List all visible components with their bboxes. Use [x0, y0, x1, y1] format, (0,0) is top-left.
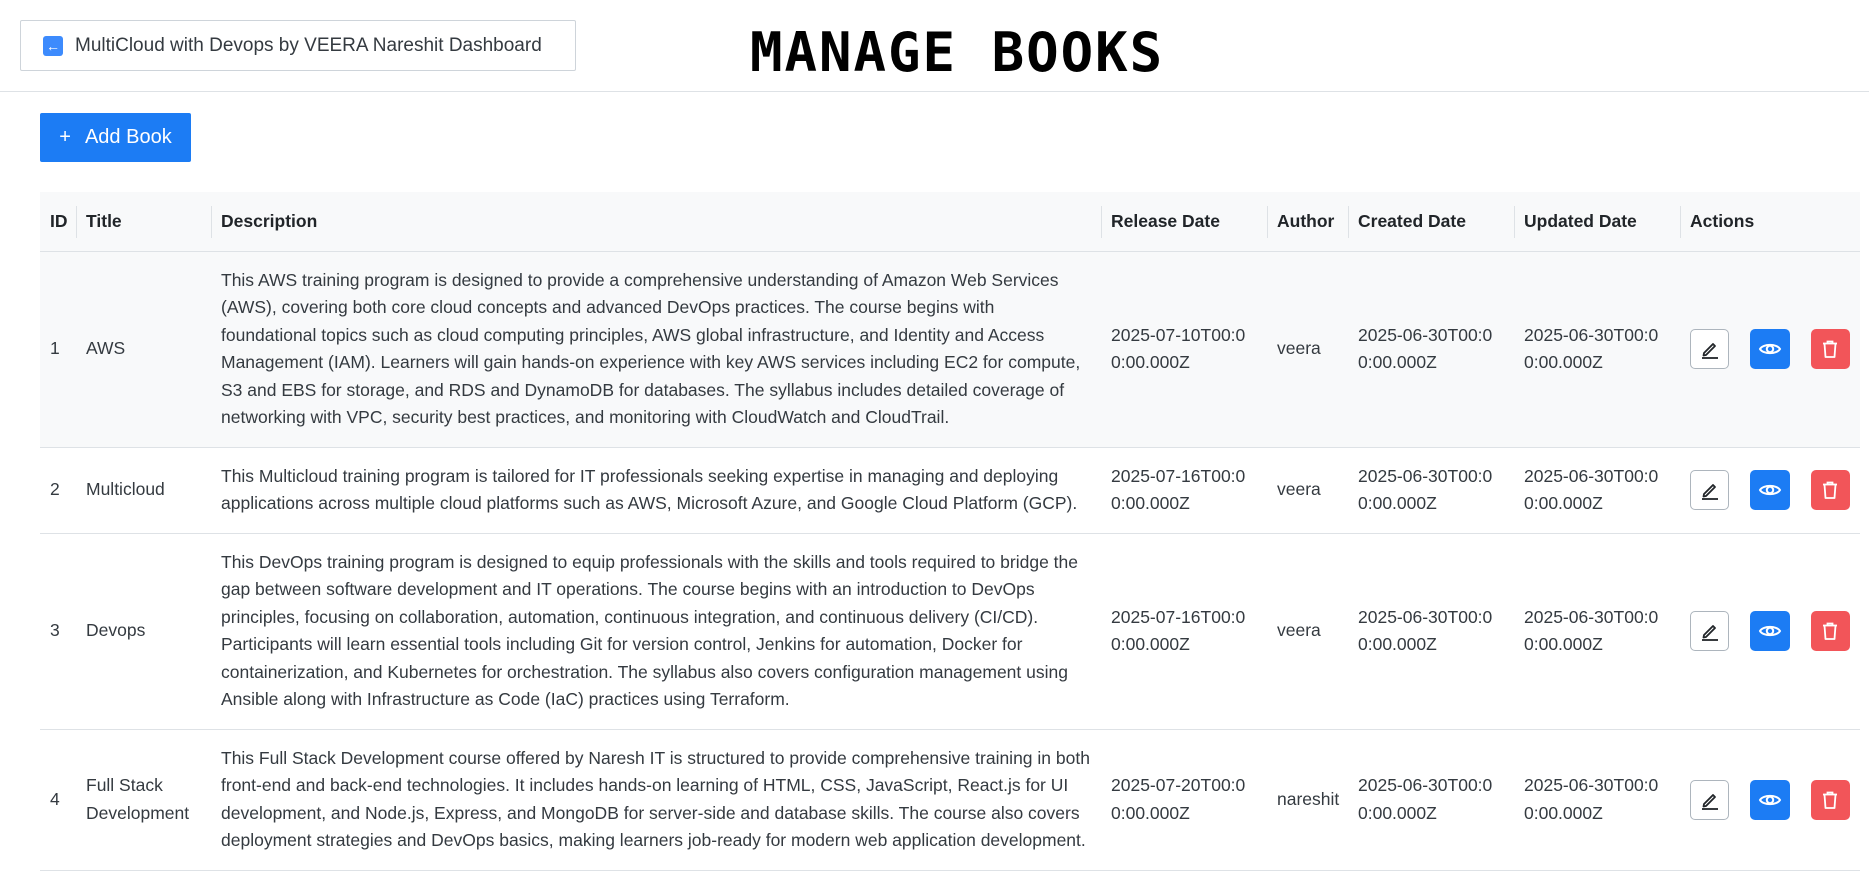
- cell-author: veera: [1267, 446, 1348, 533]
- cell-author: veera: [1267, 532, 1348, 729]
- cell-id: 1: [40, 250, 76, 447]
- eye-icon: [1758, 343, 1782, 355]
- cell-release-date: 2025-07-16T00:00:00.000Z: [1101, 532, 1267, 729]
- column-header-title[interactable]: Title: [76, 192, 211, 251]
- back-to-dashboard-button[interactable]: ← MultiCloud with Devops by VEERA Naresh…: [20, 20, 576, 71]
- page-title: MANAGE BOOKS: [750, 21, 1165, 84]
- edit-button[interactable]: [1690, 611, 1730, 651]
- delete-button[interactable]: [1810, 779, 1851, 820]
- cell-title: Full Stack Development: [76, 728, 211, 871]
- books-table-container: ID Title Description Release Date Author…: [40, 192, 1860, 871]
- cell-title: Multicloud: [76, 446, 211, 533]
- view-button[interactable]: [1750, 611, 1790, 651]
- pencil-icon: [1701, 625, 1718, 641]
- cell-created-date: 2025-06-30T00:00:00.000Z: [1348, 532, 1514, 729]
- cell-title: Devops: [76, 532, 211, 729]
- pencil-icon: [1701, 343, 1718, 359]
- cell-author: veera: [1267, 250, 1348, 447]
- eye-icon: [1758, 484, 1782, 496]
- column-header-actions: Actions: [1680, 192, 1860, 251]
- back-button-label: MultiCloud with Devops by VEERA Nareshit…: [75, 34, 542, 56]
- cell-description: This DevOps training program is designed…: [211, 532, 1101, 729]
- cell-updated-date: 2025-06-30T00:00:00.000Z: [1514, 446, 1680, 533]
- cell-description: This Full Stack Development course offer…: [211, 728, 1101, 871]
- delete-button[interactable]: [1810, 611, 1851, 651]
- column-header-description[interactable]: Description: [211, 192, 1101, 251]
- cell-actions: [1680, 728, 1860, 871]
- eye-icon: [1758, 625, 1782, 637]
- books-table: ID Title Description Release Date Author…: [40, 192, 1860, 871]
- column-header-author[interactable]: Author: [1267, 192, 1348, 251]
- table-row: 1 AWS This AWS training program is desig…: [40, 250, 1860, 447]
- pencil-icon: [1701, 484, 1718, 500]
- cell-release-date: 2025-07-16T00:00:00.000Z: [1101, 446, 1267, 533]
- add-book-label: Add Book: [84, 126, 172, 148]
- cell-updated-date: 2025-06-30T00:00:00.000Z: [1514, 728, 1680, 871]
- cell-release-date: 2025-07-10T00:00:00.000Z: [1101, 250, 1267, 447]
- cell-title: AWS: [76, 250, 211, 447]
- cell-id: 3: [40, 532, 76, 729]
- cell-actions: [1680, 532, 1860, 729]
- trash-icon: [1823, 481, 1838, 499]
- cell-actions: [1680, 250, 1860, 447]
- add-book-button[interactable]: + Add Book: [40, 113, 191, 162]
- top-bar: ← MultiCloud with Devops by VEERA Naresh…: [0, 0, 1869, 92]
- delete-button[interactable]: [1810, 470, 1851, 510]
- cell-updated-date: 2025-06-30T00:00:00.000Z: [1514, 250, 1680, 447]
- eye-icon: [1758, 794, 1782, 805]
- delete-button[interactable]: [1810, 329, 1851, 369]
- cell-id: 2: [40, 446, 76, 533]
- cell-description: This AWS training program is designed to…: [211, 250, 1101, 447]
- table-row: 4 Full Stack Development This Full Stack…: [40, 728, 1860, 871]
- cell-actions: [1680, 446, 1860, 533]
- edit-button[interactable]: [1690, 329, 1730, 369]
- plus-icon: +: [59, 126, 71, 148]
- cell-updated-date: 2025-06-30T00:00:00.000Z: [1514, 532, 1680, 729]
- table-header-row: ID Title Description Release Date Author…: [40, 192, 1860, 251]
- table-row: 3 Devops This DevOps training program is…: [40, 532, 1860, 729]
- trash-icon: [1823, 791, 1838, 809]
- pencil-icon: [1701, 793, 1718, 810]
- cell-created-date: 2025-06-30T00:00:00.000Z: [1348, 728, 1514, 871]
- trash-icon: [1823, 622, 1838, 640]
- cell-description: This Multicloud training program is tail…: [211, 446, 1101, 533]
- back-arrow-icon: ←: [43, 35, 63, 56]
- edit-button[interactable]: [1690, 779, 1730, 820]
- cell-author: nareshit: [1267, 728, 1348, 871]
- table-row: 2 Multicloud This Multicloud training pr…: [40, 446, 1860, 533]
- column-header-created-date[interactable]: Created Date: [1348, 192, 1514, 251]
- trash-icon: [1823, 340, 1838, 358]
- column-header-updated-date[interactable]: Updated Date: [1514, 192, 1680, 251]
- column-header-id[interactable]: ID: [40, 192, 76, 251]
- cell-created-date: 2025-06-30T00:00:00.000Z: [1348, 250, 1514, 447]
- cell-created-date: 2025-06-30T00:00:00.000Z: [1348, 446, 1514, 533]
- view-button[interactable]: [1750, 329, 1790, 369]
- cell-id: 4: [40, 728, 76, 871]
- view-button[interactable]: [1750, 470, 1790, 510]
- edit-button[interactable]: [1690, 470, 1730, 510]
- cell-release-date: 2025-07-20T00:00:00.000Z: [1101, 728, 1267, 871]
- column-header-release-date[interactable]: Release Date: [1101, 192, 1267, 251]
- view-button[interactable]: [1750, 779, 1790, 820]
